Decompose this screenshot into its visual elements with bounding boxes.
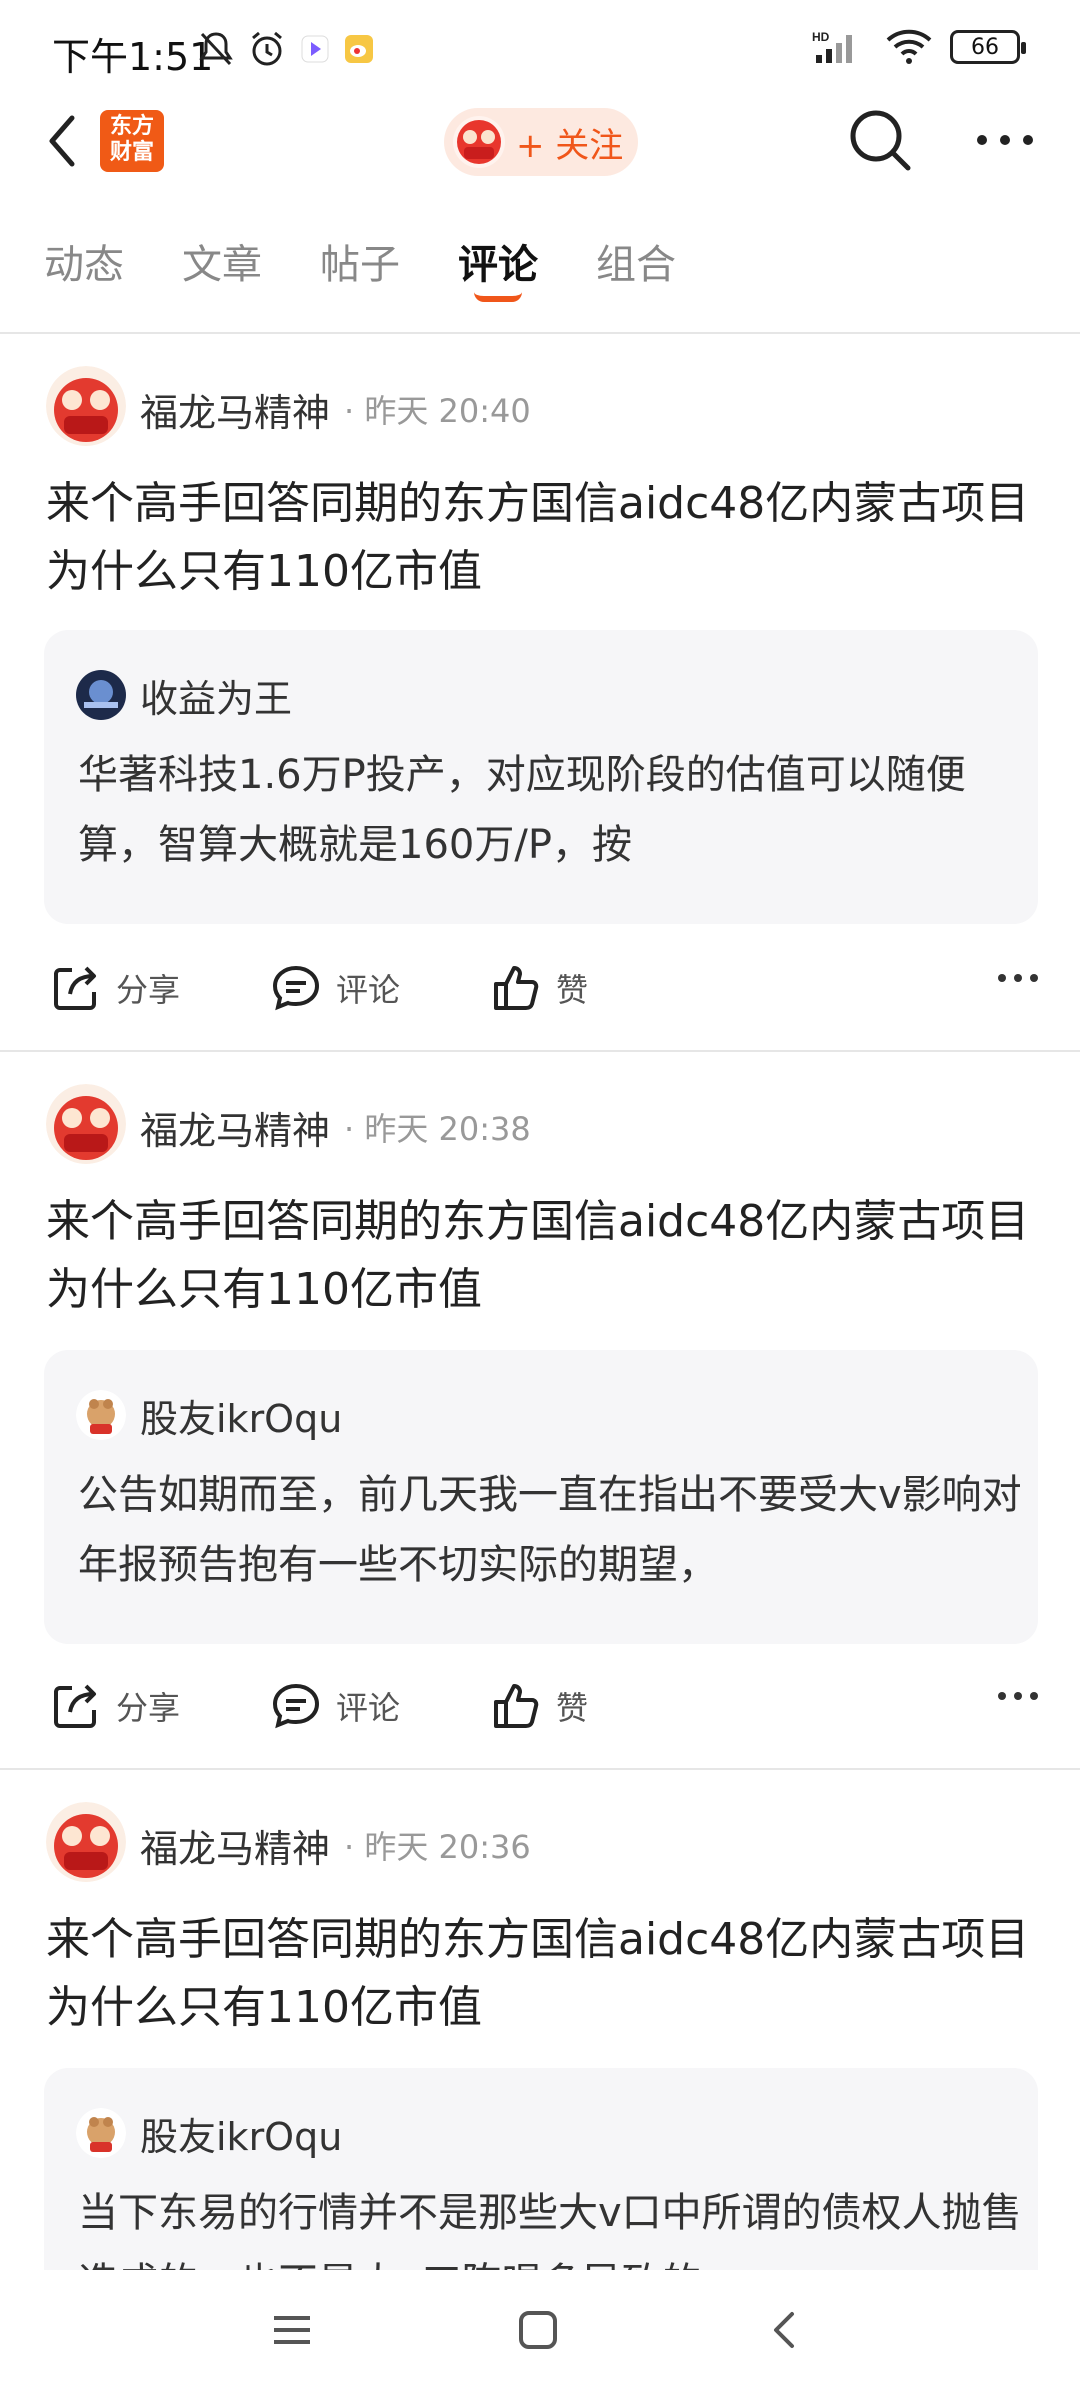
- quoted-post[interactable]: 股友ikrOqu 当下东易的行情并不是那些大v口中所谓的债权人抛售造成的，也不是…: [44, 2068, 1038, 2270]
- back-nav-icon[interactable]: [762, 2308, 806, 2352]
- tabs-divider: [0, 332, 1080, 334]
- more-options-icon[interactable]: [970, 120, 1040, 160]
- avatar-image: [46, 1802, 126, 1882]
- comment-label: 评论: [336, 1689, 401, 1727]
- share-icon: [54, 966, 96, 1010]
- quote-avatar-image: [76, 1390, 126, 1440]
- post-time-text: 昨天 20:36: [364, 1828, 531, 1866]
- quote-text: 华著科技1.6万P投产，对应现阶段的估值可以随便算，智算大概就是160万/P，按: [78, 752, 966, 868]
- share-button[interactable]: 分享: [50, 962, 180, 1014]
- tab-bar: 动态 文章 帖子 评论 组合: [0, 222, 1080, 322]
- follow-button[interactable]: + 关注: [444, 108, 638, 176]
- search-icon[interactable]: [846, 106, 916, 176]
- author-name[interactable]: 福龙马精神: [140, 382, 330, 437]
- avatar[interactable]: [46, 1802, 126, 1882]
- home-icon[interactable]: [516, 2308, 560, 2352]
- user-avatar-small: [453, 116, 505, 168]
- battery-indicator: 66: [950, 30, 1026, 64]
- quote-text: 当下东易的行情并不是那些大v口中所谓的债权人抛售造成的，也不是大v工陈喝多导致的: [78, 2190, 1022, 2270]
- quote-avatar: [76, 670, 126, 720]
- post-time-text: 昨天 20:40: [364, 392, 531, 430]
- author-name[interactable]: 福龙马精神: [140, 1818, 330, 1873]
- post-actions: 分享 评论 赞: [0, 948, 1080, 1028]
- comment-label: 评论: [336, 971, 401, 1009]
- share-label: 分享: [116, 971, 181, 1009]
- tab-dynamics[interactable]: 动态: [44, 232, 124, 290]
- post-time: · 昨天 20:36: [344, 1828, 531, 1866]
- quote-avatar-image: [76, 670, 126, 720]
- post-actions: 分享 评论 赞: [0, 1666, 1080, 1746]
- like-button[interactable]: 赞: [490, 962, 588, 1014]
- comment-button[interactable]: 评论: [270, 1680, 400, 1732]
- status-time: 下午1:51: [52, 35, 214, 79]
- recent-apps-icon[interactable]: [270, 2308, 314, 2352]
- like-label: 赞: [556, 1689, 589, 1727]
- svg-text:HD: HD: [812, 30, 830, 44]
- quote-author-name[interactable]: 股友ikrOqu: [140, 1388, 342, 1443]
- comment-icon: [272, 1683, 320, 1729]
- signal-icon: HD: [812, 30, 852, 63]
- share-label: 分享: [116, 1689, 181, 1727]
- active-tab-indicator: [474, 292, 522, 302]
- back-arrow-icon[interactable]: [38, 106, 88, 176]
- share-button[interactable]: 分享: [50, 1680, 180, 1732]
- quote-avatar-image: [76, 2108, 126, 2158]
- status-notification-icons: [198, 30, 374, 68]
- alarm-icon: [252, 31, 282, 66]
- follow-label: + 关注: [516, 125, 624, 166]
- weibo-icon: [345, 35, 373, 63]
- comment-button[interactable]: 评论: [270, 962, 400, 1014]
- like-label: 赞: [556, 971, 589, 1009]
- comment-icon: [272, 965, 320, 1011]
- system-nav-bar: [0, 2270, 1080, 2400]
- share-icon: [54, 1684, 96, 1728]
- app-logo: 东方财富: [100, 110, 164, 172]
- thumbs-up-icon: [494, 1684, 539, 1728]
- quoted-post[interactable]: 股友ikrOqu 公告如期而至，前几天我一直在指出不要受大v影响对年报预告抱有一…: [44, 1350, 1038, 1644]
- quote-avatar: [76, 1390, 126, 1440]
- quote-text: 公告如期而至，前几天我一直在指出不要受大v影响对年报预告抱有一些不切实际的期望，: [78, 1472, 1022, 1588]
- tab-articles[interactable]: 文章: [182, 232, 262, 290]
- video-app-icon: [301, 35, 329, 63]
- quote-avatar: [76, 2108, 126, 2158]
- post-time: · 昨天 20:40: [344, 392, 531, 430]
- like-button[interactable]: 赞: [490, 1680, 588, 1732]
- post-time-text: 昨天 20:38: [364, 1110, 531, 1148]
- tab-posts[interactable]: 帖子: [320, 232, 400, 290]
- avatar[interactable]: [46, 366, 126, 446]
- post-more-icon[interactable]: [996, 1686, 1040, 1706]
- tab-comments[interactable]: 评论: [458, 232, 538, 290]
- quote-author-name[interactable]: 股友ikrOqu: [140, 2106, 342, 2161]
- thumbs-up-icon: [494, 966, 539, 1010]
- avatar-image: [46, 1084, 126, 1164]
- wifi-icon: [886, 29, 932, 64]
- post-body: 来个高手回答同期的东方国信aidc48亿内蒙古项目为什么只有110亿市值: [46, 1914, 1030, 2033]
- post-body: 来个高手回答同期的东方国信aidc48亿内蒙古项目为什么只有110亿市值: [46, 478, 1030, 597]
- post-divider: [0, 1050, 1080, 1052]
- status-bar: 下午1:51 HD 66: [0, 0, 1080, 100]
- quote-author-name[interactable]: 收益为王: [140, 668, 292, 723]
- quoted-post[interactable]: 收益为王 华著科技1.6万P投产，对应现阶段的估值可以随便算，智算大概就是160…: [44, 630, 1038, 924]
- tab-portfolio[interactable]: 组合: [596, 232, 676, 290]
- mute-icon: [199, 32, 233, 66]
- avatar[interactable]: [46, 1084, 126, 1164]
- post-more-icon[interactable]: [996, 968, 1040, 988]
- post-time: · 昨天 20:38: [344, 1110, 531, 1148]
- comment-card[interactable]: 福龙马精神 · 昨天 20:36 来个高手回答同期的东方国信aidc48亿内蒙古…: [0, 1770, 1080, 2270]
- app-logo-text: 东方财富: [109, 114, 154, 165]
- post-body: 来个高手回答同期的东方国信aidc48亿内蒙古项目为什么只有110亿市值: [46, 1196, 1030, 1315]
- avatar-image: [46, 366, 126, 446]
- status-system-icons: HD 66: [812, 28, 1026, 66]
- author-name[interactable]: 福龙马精神: [140, 1100, 330, 1155]
